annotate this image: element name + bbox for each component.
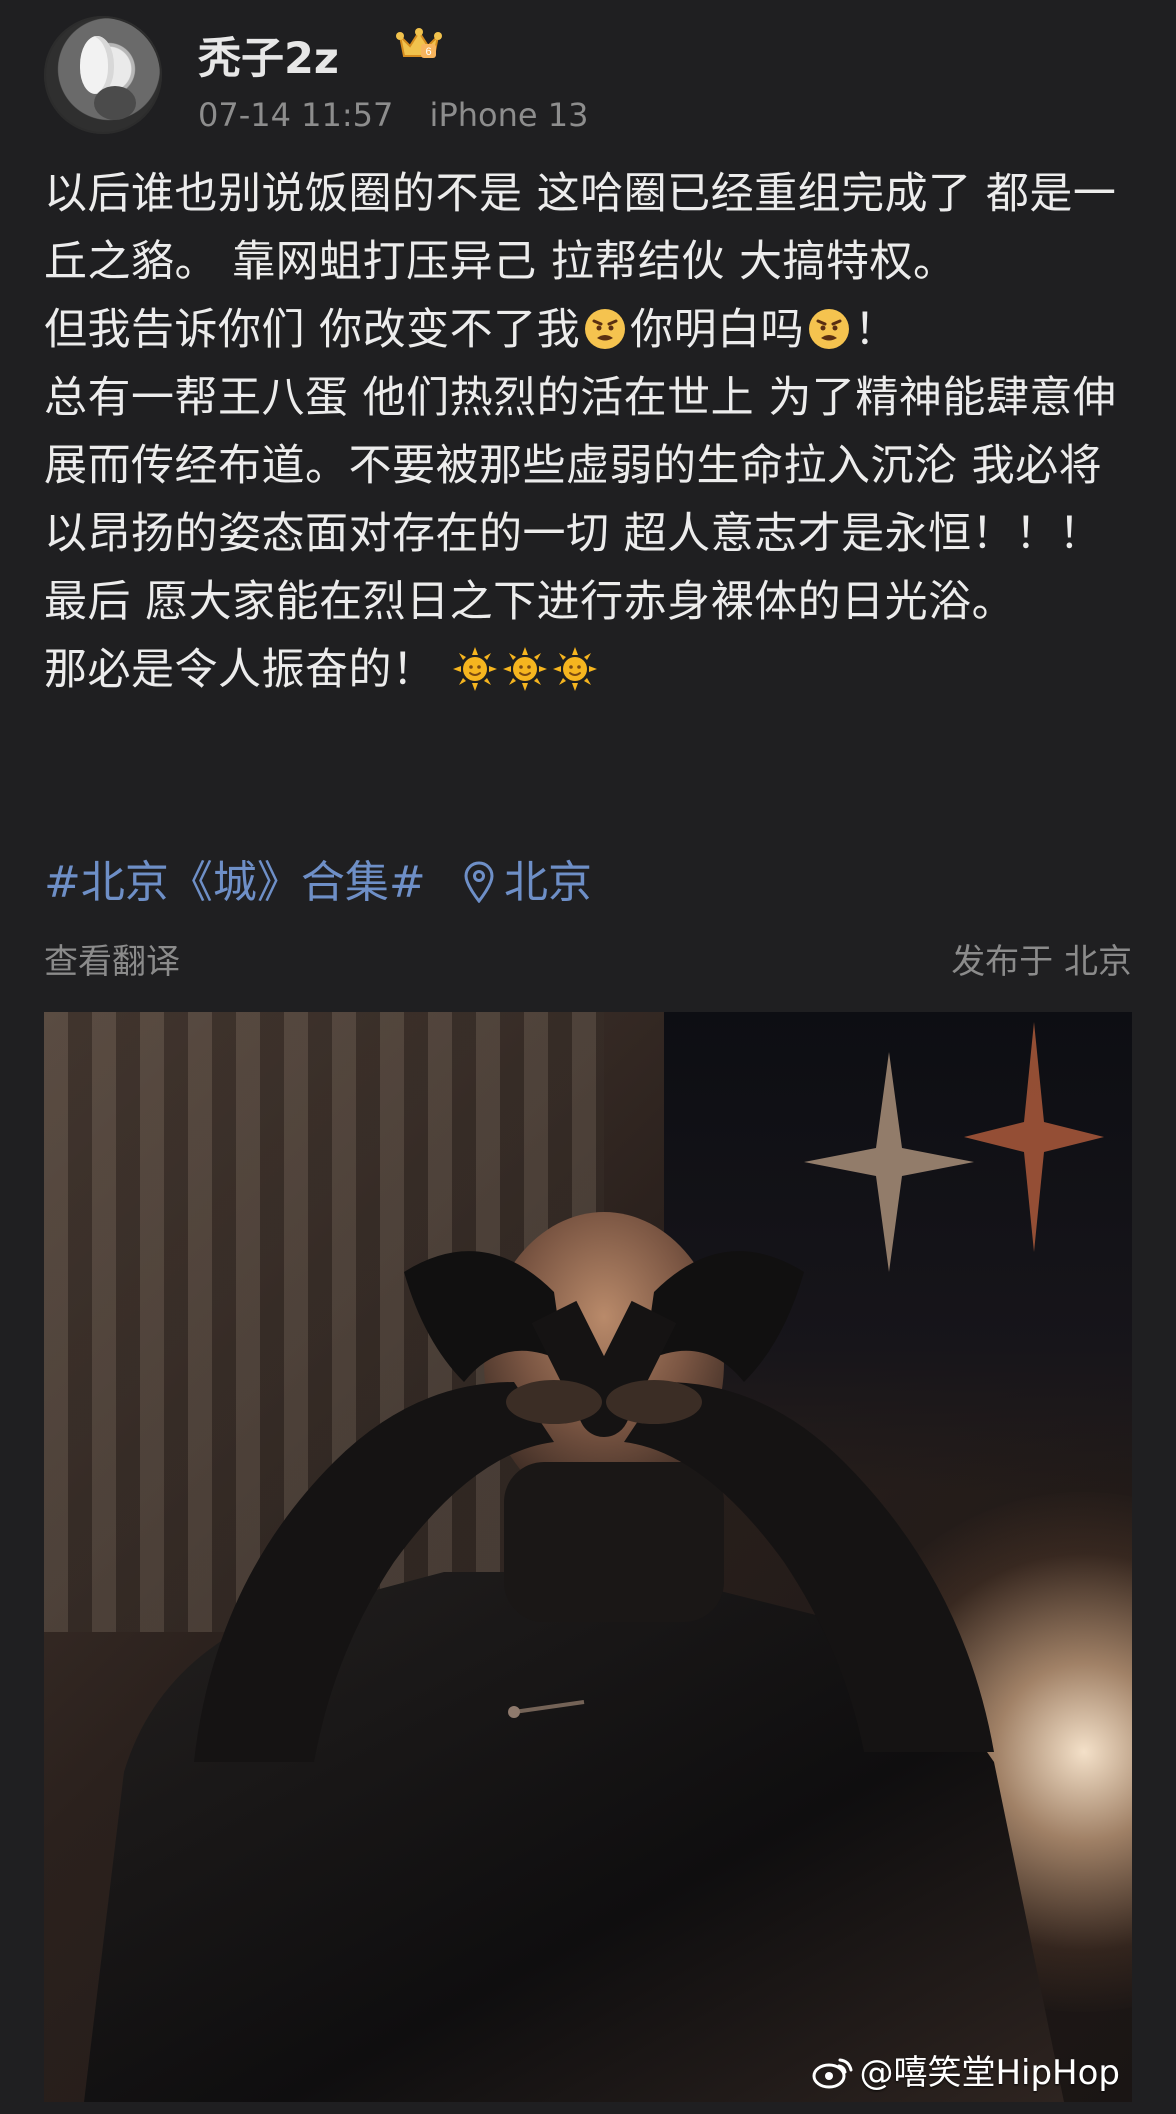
sun-emoji-icon: [552, 646, 598, 692]
location-label: 北京: [504, 857, 592, 908]
paragraph-2-part-2: 你明白吗: [630, 305, 805, 355]
translate-link[interactable]: 查看翻译: [44, 934, 180, 983]
paragraph-2-part-3: ！: [854, 305, 898, 355]
post-device: iPhone 13: [429, 96, 589, 134]
post-meta: 07-14 11:57 iPhone 13: [198, 96, 588, 134]
weibo-logo-icon: [811, 2054, 855, 2090]
post-paragraph-5: 那必是令人振奋的！: [44, 636, 1134, 704]
paragraph-2-part-1: 但我告诉你们 你改变不了我: [44, 305, 581, 355]
watermark: @嘻笑堂HipHop: [811, 2045, 1120, 2094]
post-timestamp: 07-14 11:57: [198, 96, 394, 134]
post-paragraph-1: 以后谁也别说饭圈的不是 这哈圈已经重组完成了 都是一丘之貉。 靠网蛆打压异己 拉…: [44, 169, 1117, 287]
angry-emoji-icon: [806, 306, 852, 352]
location-pin-icon: [462, 861, 496, 903]
crown-badge-icon: 6: [396, 22, 442, 64]
post-header: 秃子2z 6 07-14 11:57 iPhone 13: [44, 16, 1134, 136]
paragraph-5-text: 那必是令人振奋的！: [44, 645, 436, 695]
published-location: 发布于 北京: [951, 942, 1132, 982]
watermark-text: @嘻笑堂HipHop: [859, 2053, 1120, 2093]
post-image[interactable]: @嘻笑堂HipHop: [44, 1012, 1132, 2102]
username[interactable]: 秃子2z: [198, 24, 339, 86]
angry-emoji-icon: [582, 306, 628, 352]
sun-emoji-icon: [452, 646, 498, 692]
person-heart-gesture: [84, 1152, 1094, 2102]
post-paragraph-4: 最后 愿大家能在烈日之下进行赤身裸体的日光浴。: [44, 577, 1016, 627]
svg-text:6: 6: [425, 46, 431, 58]
post-paragraph-2: 但我告诉你们 你改变不了我 你明白吗 ！: [44, 296, 1134, 364]
sun-emoji-icon: [502, 646, 548, 692]
avatar[interactable]: [44, 16, 162, 134]
location-link[interactable]: 北京: [462, 846, 592, 910]
topic-link[interactable]: #北京《城》合集#: [44, 846, 426, 910]
post-content: 以后谁也别说饭圈的不是 这哈圈已经重组完成了 都是一丘之貉。 靠网蛆打压异己 拉…: [44, 160, 1134, 704]
post-paragraph-3: 总有一帮王八蛋 他们热烈的活在世上 为了精神能肆意伸展而传经布道。不要被那些虚弱…: [44, 373, 1117, 559]
